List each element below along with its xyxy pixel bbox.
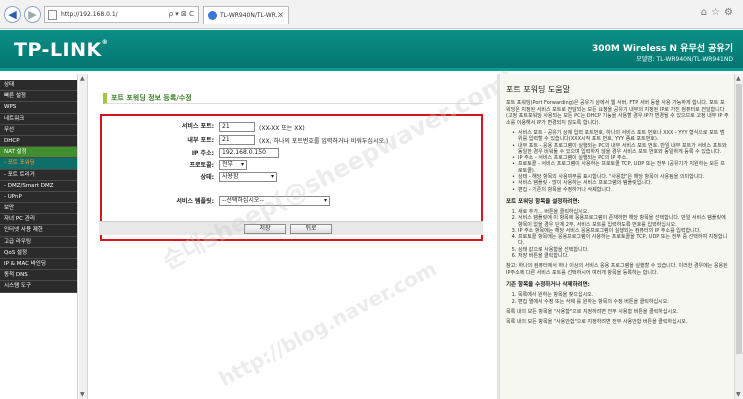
service-template-value: --선택하십시오-- bbox=[222, 197, 264, 204]
forward-button[interactable]: ▶ bbox=[24, 6, 41, 23]
sidebar-item[interactable]: DHCP bbox=[0, 135, 77, 148]
ip-address-input[interactable]: 192.168.0.150 bbox=[219, 148, 279, 158]
tab-title: TL-WR940N/TL-WR... bbox=[220, 12, 282, 19]
sidebar-item[interactable]: - DMZ/Smart DMZ bbox=[0, 180, 77, 192]
service-port-hint: (XX-XX 또는 XX) bbox=[259, 125, 305, 132]
status-value: 사용함 bbox=[222, 173, 239, 180]
back-button[interactable]: 뒤로 bbox=[290, 224, 332, 234]
scrollbar-thumb[interactable] bbox=[736, 84, 742, 354]
chevron-down-icon: ▾ bbox=[323, 197, 327, 204]
sidebar-item[interactable]: 자녀 PC 관리 bbox=[0, 214, 77, 226]
product-line: 300M Wireless N 유무선 공유기 bbox=[592, 44, 733, 54]
sidebar-item[interactable]: 보안 bbox=[0, 203, 77, 215]
help-bullet: 내부 포트 - 응용 프로그램이 실행되는 PC의 내부 서비스 포트 번호. … bbox=[512, 143, 729, 156]
help-edit-steps: 목록에서 원하는 항목을 찾으십시오. 편집 열에서 수정 또는 삭제 를 원하… bbox=[518, 292, 729, 305]
status-label: 상태: bbox=[200, 174, 214, 181]
main-content: 포트 포워딩 정보 등록/수정 서비스 포트: 21 (XX-XX 또는 XX)… bbox=[89, 74, 497, 399]
sidebar-item[interactable]: QoS 설정 bbox=[0, 247, 77, 259]
browser-tab[interactable]: TL-WR940N/TL-WR... × bbox=[203, 6, 289, 24]
page-icon bbox=[48, 10, 57, 20]
sidebar-item[interactable]: 동적 DNS bbox=[0, 270, 77, 282]
protocol-value: 전부 bbox=[222, 161, 234, 168]
help-intro: 포트 포워딩(Port Forwarding)은 공유기 상에서 웹 서버, F… bbox=[506, 100, 729, 126]
chevron-down-icon: ▾ bbox=[270, 173, 274, 180]
home-star-gear-icons[interactable]: ⌂☆⚙ bbox=[701, 7, 737, 18]
page-title: 포트 포워딩 정보 등록/수정 bbox=[103, 93, 483, 104]
ip-address-label: IP 주소: bbox=[191, 150, 214, 157]
sidebar-scrollbar[interactable]: ▲ ▼ bbox=[79, 74, 88, 399]
tab-favicon-icon bbox=[208, 11, 217, 20]
service-template-label: 서비스 템플릿: bbox=[176, 198, 214, 205]
status-select[interactable]: 사용함 ▾ bbox=[219, 172, 277, 182]
help-step: 프로토콜 항목에는 응용프로그램이 사용하는 프로토콜을 TCP, UDP 또는… bbox=[518, 234, 729, 247]
help-setup-steps: 새로 추가... 버튼을 클릭하십시오. 서비스 템플릿에 이 항목에 응용프로… bbox=[518, 209, 729, 259]
sidebar-item[interactable]: 고급 라우팅 bbox=[0, 236, 77, 248]
help-step: 서비스 템플릿에 이 항목에 응용프로그램이 존재하면 해당 항목을 선택합니다… bbox=[518, 215, 729, 228]
help-setup-title: 포트 포워딩 항목을 설정하려면: bbox=[506, 198, 580, 205]
sidebar-item[interactable]: WPS bbox=[0, 102, 77, 114]
sidebar-item[interactable]: 시스템 도구 bbox=[0, 281, 77, 293]
help-footer: 목록 내의 모든 항목을 "사용함"으로 지정하려면 전부 사용함 버튼을 클릭… bbox=[506, 308, 679, 315]
sidebar-item[interactable]: IP & MAC 바인딩 bbox=[0, 259, 77, 271]
help-bullet: 서비스 포트 - 공유기 상에 입력 포트번호, 하나의 서비스 포트 번호나 … bbox=[512, 130, 729, 143]
internal-port-hint: (XX, 하나의 포트번호를 입력하거나 비워두십시오.) bbox=[259, 138, 389, 145]
model-name: 모델명: TL-WR940N/TL-WR941ND bbox=[636, 56, 733, 63]
help-footer: 목록 내의 모든 항목을 "사용안함"으로 지정하려면 전부 사용안함 버튼을 … bbox=[506, 319, 688, 326]
help-step: 편집 열에서 수정 또는 삭제 를 원하는 항목의 수정 버튼을 클릭하십시오. bbox=[518, 299, 729, 305]
help-edit-title: 기존 항목을 수정하거나 삭제하려면: bbox=[506, 282, 590, 289]
internal-port-input[interactable]: 21 bbox=[219, 135, 255, 145]
sidebar-item[interactable]: 네트워크 bbox=[0, 113, 77, 125]
browser-toolbar: ◀ ▶ http://192.168.0.1/ ρ ▾ ⊠ C TL-WR940… bbox=[0, 0, 743, 29]
address-controls[interactable]: ρ ▾ ⊠ C bbox=[169, 10, 194, 18]
chevron-down-icon: ▾ bbox=[240, 161, 244, 168]
router-banner: TP-LINK® 300M Wireless N 유무선 공유기 모델명: TL… bbox=[0, 30, 743, 71]
button-bar: 저장 뒤로 bbox=[99, 221, 483, 235]
sidebar-item[interactable]: NAT 설정 bbox=[0, 147, 77, 159]
sidebar-menu: 상태 빠른 설정 WPS 네트워크 무선 DHCP NAT 설정 - 포트 포워딩 - 포트 트… bbox=[0, 74, 78, 399]
help-step: 저장 버튼을 클릭합니다. bbox=[518, 253, 729, 259]
help-bullet: 프로토콜 - 서비스 프로그램이 사용하는 프로토콜 TCP, UDP 또는 전… bbox=[512, 161, 729, 174]
sidebar-item[interactable]: - 포트 트리거 bbox=[0, 169, 77, 181]
help-title: 포트 포워딩 도움말 bbox=[506, 85, 570, 94]
service-port-label: 서비스 포트: bbox=[181, 123, 214, 130]
service-template-select[interactable]: --선택하십시오-- ▾ bbox=[219, 196, 330, 206]
sidebar-item[interactable]: 빠른 설정 bbox=[0, 91, 77, 103]
help-scrollbar[interactable]: ▲ ▼ bbox=[734, 74, 743, 399]
sidebar-item[interactable]: 무선 bbox=[0, 124, 77, 136]
back-button[interactable]: ◀ bbox=[4, 6, 21, 23]
help-bullet: 편집 - 기존의 항목을 수정하거나 삭제합니다. bbox=[512, 187, 729, 194]
protocol-select[interactable]: 전부 ▾ bbox=[219, 160, 247, 170]
protocol-label: 프로토콜: bbox=[189, 162, 214, 169]
help-note: 참고: 하나의 컴퓨터에서 하나 이상의 서비스 응용 프로그램을 실행할 수 … bbox=[506, 263, 728, 276]
internal-port-label: 내부 포트: bbox=[187, 137, 214, 144]
url-text: http://192.168.0.1/ bbox=[61, 11, 118, 18]
tp-link-logo: TP-LINK® bbox=[14, 39, 109, 61]
save-button[interactable]: 저장 bbox=[244, 224, 286, 234]
sidebar-item[interactable]: - UPnP bbox=[0, 191, 77, 204]
sidebar-item[interactable]: 상태 bbox=[0, 80, 77, 92]
service-port-input[interactable]: 21 bbox=[219, 122, 255, 132]
address-bar[interactable]: http://192.168.0.1/ ρ ▾ ⊠ C bbox=[44, 6, 199, 23]
sidebar-item[interactable]: - 포트 포워딩 bbox=[0, 158, 77, 170]
sidebar-item[interactable]: 인터넷 사용 제한 bbox=[0, 225, 77, 237]
tab-close-icon[interactable]: × bbox=[277, 10, 284, 19]
help-panel: 포트 포워딩 도움말 포트 포워딩(Port Forwarding)은 공유기 … bbox=[500, 74, 734, 399]
help-bullets: 서비스 포트 - 공유기 상에 입력 포트번호, 하나의 서비스 포트 번호나 … bbox=[512, 130, 729, 193]
